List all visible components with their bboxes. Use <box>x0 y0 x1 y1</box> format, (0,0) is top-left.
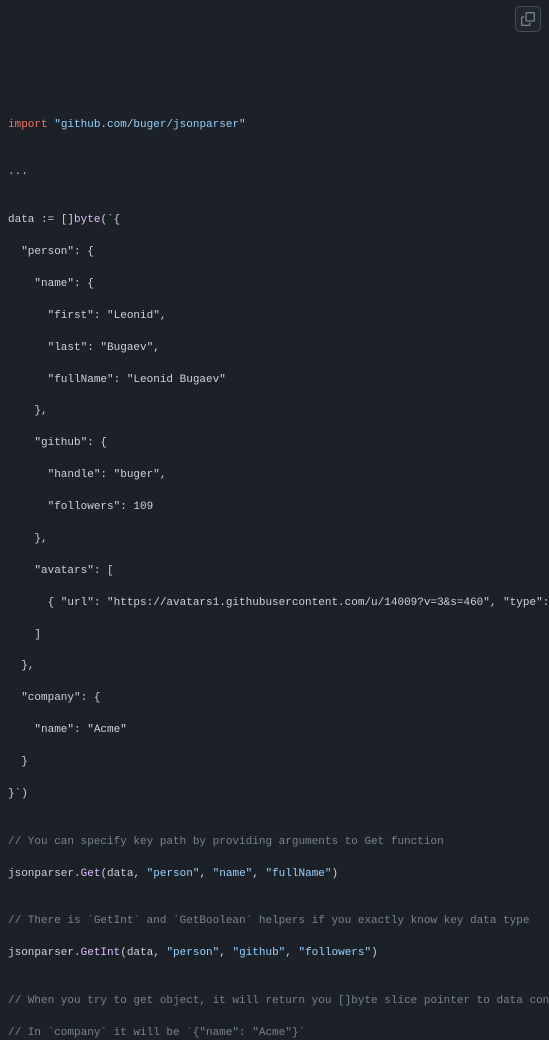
code-line: jsonparser.Get(data, "person", "name", "… <box>8 867 541 883</box>
code-line: ] <box>8 628 541 644</box>
code-line: "name": "Acme" <box>8 723 541 739</box>
copy-button[interactable] <box>515 6 541 32</box>
code-line: // You can specify key path by providing… <box>8 835 541 851</box>
code-line: }`) <box>8 787 541 803</box>
code-line: "avatars": [ <box>8 564 541 580</box>
code-line: "github": { <box>8 436 541 452</box>
copy-icon <box>521 12 535 26</box>
code-line: { "url": "https://avatars1.githubusercon… <box>8 596 541 612</box>
code-line: // There is `GetInt` and `GetBoolean` he… <box>8 914 541 930</box>
code-line: ... <box>8 165 541 181</box>
code-block: import "github.com/buger/jsonparser" ...… <box>8 118 541 1040</box>
code-line: // When you try to get object, it will r… <box>8 994 541 1010</box>
code-line: "followers": 109 <box>8 500 541 516</box>
code-line: "name": { <box>8 277 541 293</box>
code-line: "company": { <box>8 691 541 707</box>
code-line: }, <box>8 404 541 420</box>
code-line: "fullName": "Leonid Bugaev" <box>8 373 541 389</box>
code-line: import "github.com/buger/jsonparser" <box>8 118 541 134</box>
code-line: data := []byte(`{ <box>8 213 541 229</box>
code-line: jsonparser.GetInt(data, "person", "githu… <box>8 946 541 962</box>
code-line: "last": "Bugaev", <box>8 341 541 357</box>
code-line: } <box>8 755 541 771</box>
code-line: }, <box>8 532 541 548</box>
code-line: "first": "Leonid", <box>8 309 541 325</box>
code-line: // In `company` it will be `{"name": "Ac… <box>8 1026 541 1040</box>
code-line: "handle": "buger", <box>8 468 541 484</box>
code-line: "person": { <box>8 245 541 261</box>
code-line: }, <box>8 659 541 675</box>
